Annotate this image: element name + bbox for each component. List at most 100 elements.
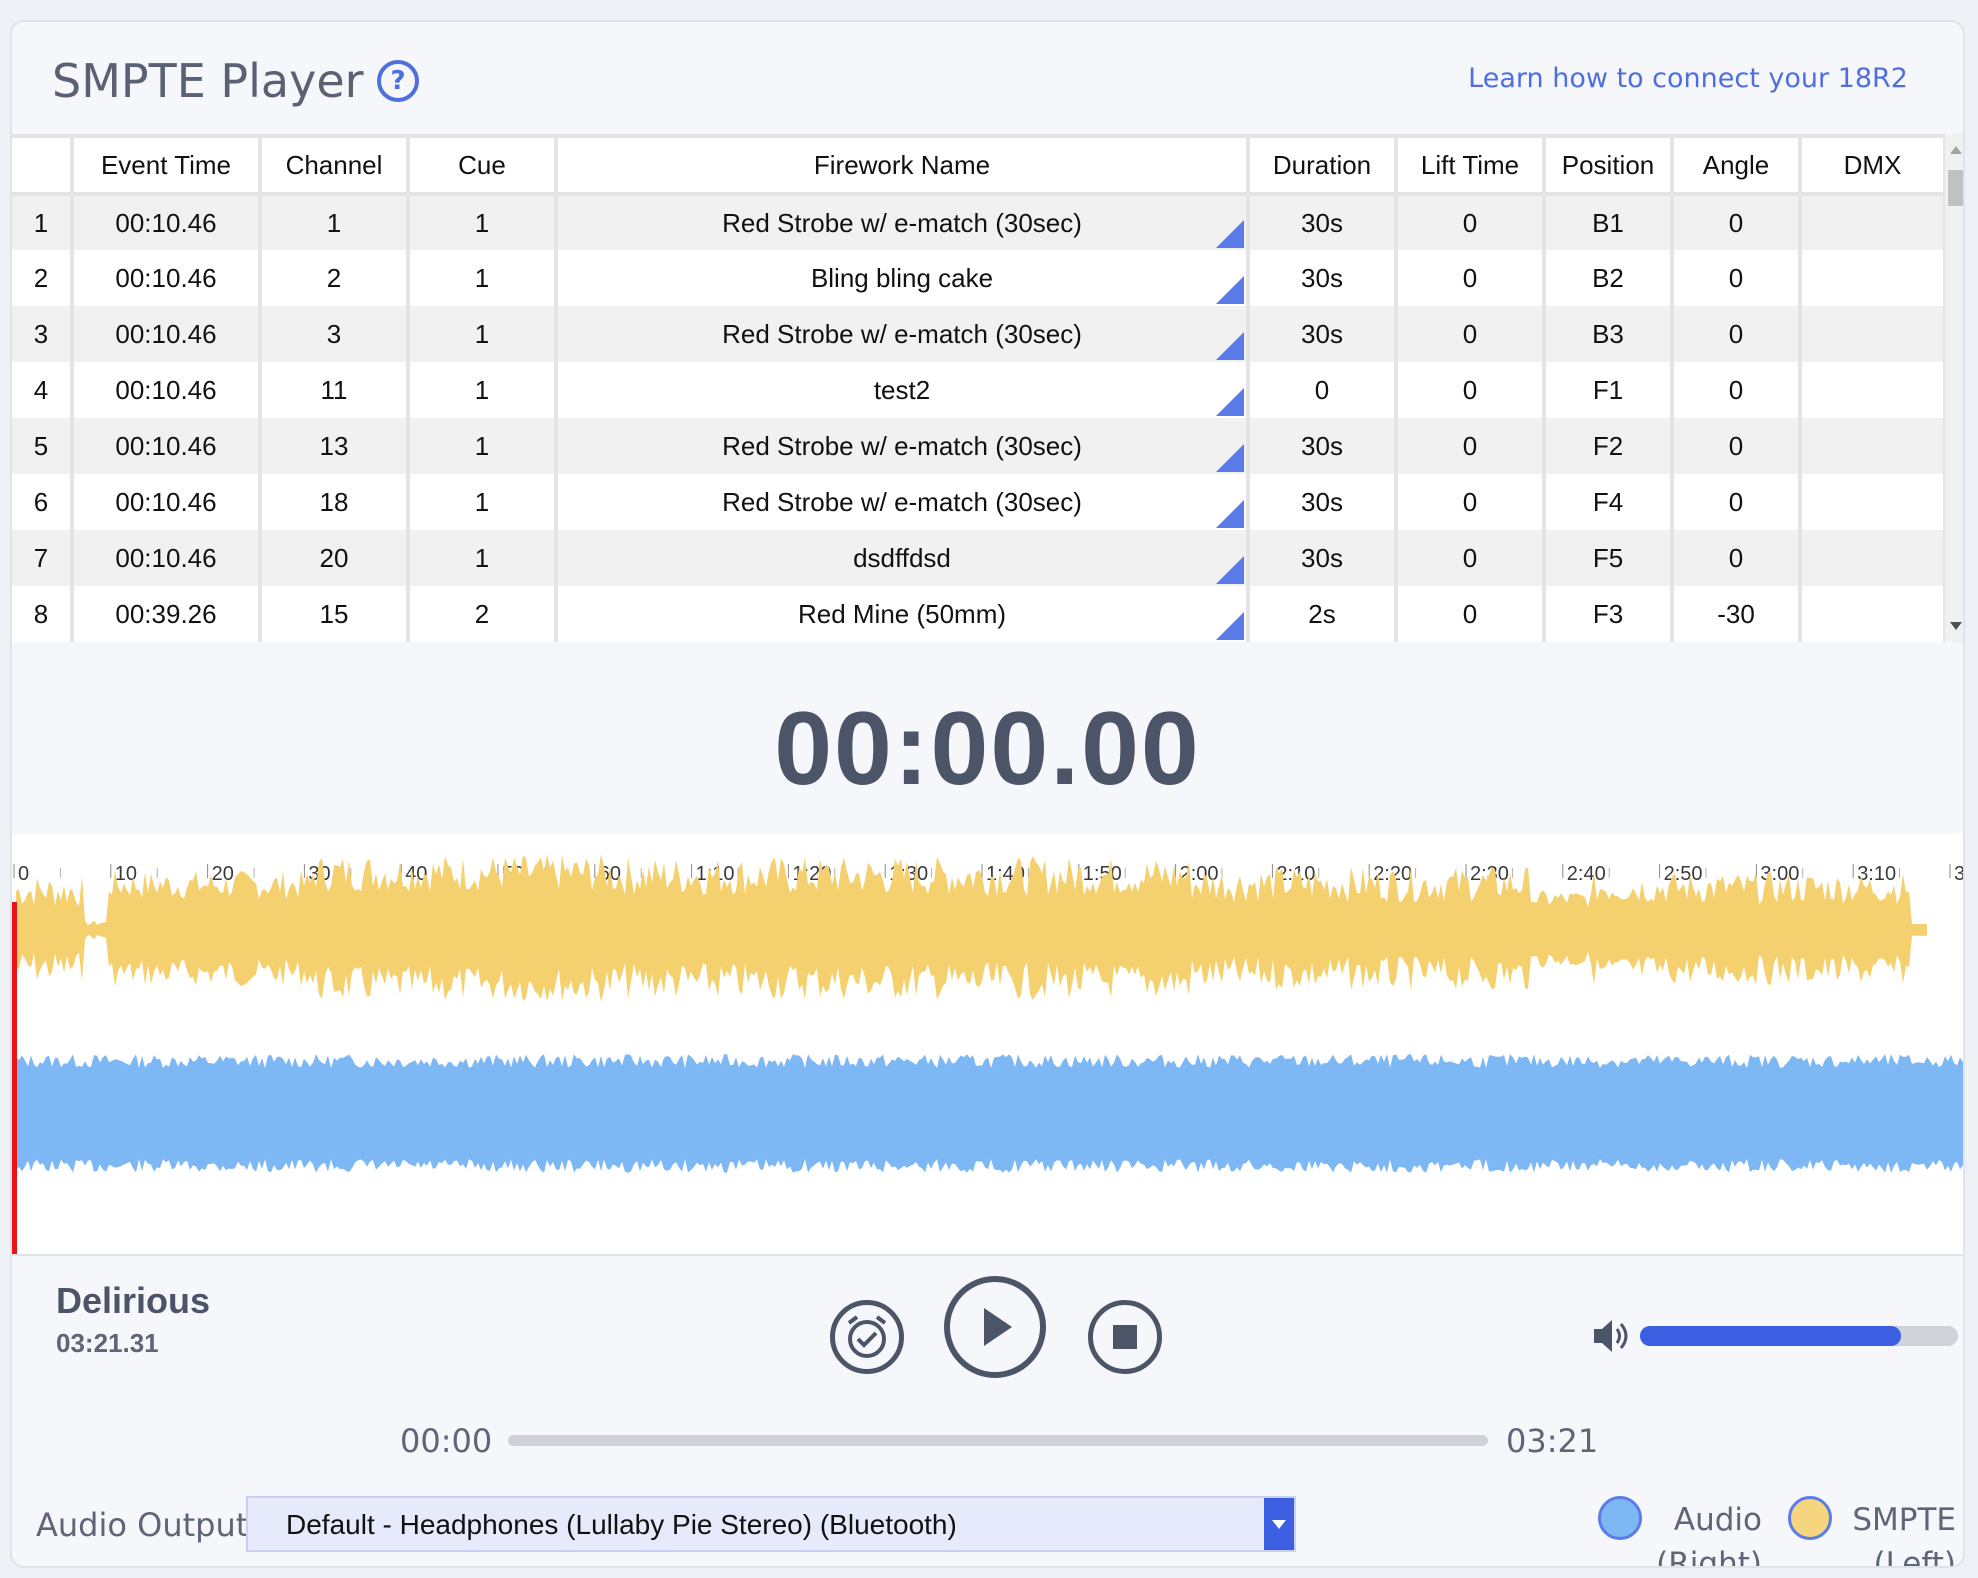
table-cell[interactable]: 0: [1396, 306, 1546, 362]
column-header[interactable]: Duration: [1248, 134, 1398, 196]
table-cell[interactable]: 0: [1396, 362, 1546, 418]
table-cell[interactable]: 0: [1396, 474, 1546, 530]
row-number[interactable]: 3: [12, 306, 74, 362]
table-cell[interactable]: [1800, 418, 1945, 474]
table-cell[interactable]: 1: [408, 306, 558, 362]
table-cell[interactable]: 30s: [1248, 306, 1398, 362]
table-row[interactable]: 6 00:10.46 18 1 Red Strobe w/ e-match (30sec…: [12, 474, 1945, 530]
table-cell[interactable]: 30s: [1248, 194, 1398, 250]
speaker-icon[interactable]: [1592, 1317, 1632, 1360]
column-header[interactable]: Cue: [408, 134, 558, 196]
table-cell[interactable]: [1800, 586, 1945, 642]
table-row[interactable]: 8 00:39.26 15 2 Red Mine (50mm) 2s 0 F3 -30: [12, 586, 1945, 642]
table-cell[interactable]: [1800, 530, 1945, 586]
row-number[interactable]: 5: [12, 418, 74, 474]
table-cell[interactable]: 0: [1672, 250, 1802, 306]
waveform-view[interactable]: 01020304050601:101:201:301:401:502:002:1…: [12, 834, 1965, 1256]
table-scrollbar[interactable]: [1945, 134, 1963, 642]
table-cell[interactable]: 0: [1396, 194, 1546, 250]
table-cell[interactable]: 1: [408, 474, 558, 530]
waveform-svg[interactable]: 01020304050601:101:201:301:401:502:002:1…: [12, 834, 1965, 1254]
table-cell[interactable]: Red Strobe w/ e-match (30sec): [556, 194, 1250, 250]
table-cell[interactable]: 00:10.46: [72, 474, 262, 530]
playhead[interactable]: [12, 902, 17, 1254]
table-cell[interactable]: 1: [408, 530, 558, 586]
table-cell[interactable]: 0: [1248, 362, 1398, 418]
table-cell[interactable]: 1: [260, 194, 410, 250]
table-cell[interactable]: [1800, 306, 1945, 362]
table-cell[interactable]: 1: [408, 194, 558, 250]
column-header[interactable]: Angle: [1672, 134, 1802, 196]
table-cell[interactable]: 1: [408, 418, 558, 474]
row-number[interactable]: 2: [12, 250, 74, 306]
table-cell[interactable]: 15: [260, 586, 410, 642]
table-cell[interactable]: 1: [408, 250, 558, 306]
table-cell[interactable]: 00:10.46: [72, 530, 262, 586]
table-cell[interactable]: 3: [260, 306, 410, 362]
table-cell[interactable]: Bling bling cake: [556, 250, 1250, 306]
row-number[interactable]: 7: [12, 530, 74, 586]
row-number[interactable]: 6: [12, 474, 74, 530]
table-cell[interactable]: [1800, 362, 1945, 418]
audio-output-select[interactable]: Default - Headphones (Lullaby Pie Stereo…: [246, 1496, 1296, 1552]
table-cell[interactable]: [1800, 250, 1945, 306]
table-cell[interactable]: 20: [260, 530, 410, 586]
scroll-down-arrow-icon[interactable]: [1950, 622, 1962, 630]
table-cell[interactable]: [1800, 194, 1945, 250]
table-cell[interactable]: 0: [1672, 474, 1802, 530]
table-cell[interactable]: B3: [1544, 306, 1674, 362]
table-cell[interactable]: 11: [260, 362, 410, 418]
column-header[interactable]: Event Time: [72, 134, 262, 196]
table-cell[interactable]: -30: [1672, 586, 1802, 642]
table-cell[interactable]: 0: [1396, 530, 1546, 586]
table-cell[interactable]: F3: [1544, 586, 1674, 642]
table-cell[interactable]: 00:10.46: [72, 306, 262, 362]
table-cell[interactable]: 0: [1396, 250, 1546, 306]
help-icon[interactable]: ?: [377, 60, 419, 102]
table-cell[interactable]: B2: [1544, 250, 1674, 306]
table-cell[interactable]: 2: [408, 586, 558, 642]
column-header[interactable]: Channel: [260, 134, 410, 196]
table-cell[interactable]: 0: [1396, 418, 1546, 474]
table-cell[interactable]: Red Strobe w/ e-match (30sec): [556, 418, 1250, 474]
table-cell[interactable]: F5: [1544, 530, 1674, 586]
cue-table-container[interactable]: Event Time Channel Cue Firework Name Duratio…: [12, 134, 1945, 642]
table-cell[interactable]: 2s: [1248, 586, 1398, 642]
table-cell[interactable]: Red Strobe w/ e-match (30sec): [556, 474, 1250, 530]
table-cell[interactable]: B1: [1544, 194, 1674, 250]
scroll-up-arrow-icon[interactable]: [1950, 146, 1962, 154]
table-cell[interactable]: 30s: [1248, 530, 1398, 586]
play-button[interactable]: [944, 1276, 1046, 1378]
column-header[interactable]: [12, 134, 74, 196]
row-number[interactable]: 8: [12, 586, 74, 642]
table-cell[interactable]: 00:10.46: [72, 250, 262, 306]
column-header[interactable]: DMX: [1800, 134, 1945, 196]
table-cell[interactable]: 00:10.46: [72, 194, 262, 250]
table-cell[interactable]: 30s: [1248, 418, 1398, 474]
table-cell[interactable]: 1: [408, 362, 558, 418]
table-cell[interactable]: 30s: [1248, 474, 1398, 530]
table-cell[interactable]: 00:39.26: [72, 586, 262, 642]
row-number[interactable]: 4: [12, 362, 74, 418]
table-cell[interactable]: 13: [260, 418, 410, 474]
column-header[interactable]: Position: [1544, 134, 1674, 196]
row-number[interactable]: 1: [12, 194, 74, 250]
table-cell[interactable]: Red Strobe w/ e-match (30sec): [556, 306, 1250, 362]
table-cell[interactable]: F2: [1544, 418, 1674, 474]
seek-bar[interactable]: [508, 1435, 1488, 1446]
table-cell[interactable]: 00:10.46: [72, 362, 262, 418]
volume-slider[interactable]: [1640, 1326, 1958, 1346]
table-cell[interactable]: Red Mine (50mm): [556, 586, 1250, 642]
table-row[interactable]: 5 00:10.46 13 1 Red Strobe w/ e-match (30sec…: [12, 418, 1945, 474]
column-header[interactable]: Lift Time: [1396, 134, 1546, 196]
table-cell[interactable]: 0: [1672, 306, 1802, 362]
table-cell[interactable]: dsdffdsd: [556, 530, 1250, 586]
stop-button[interactable]: [1088, 1300, 1162, 1374]
table-row[interactable]: 1 00:10.46 1 1 Red Strobe w/ e-match (30sec)…: [12, 194, 1945, 250]
cue-timer-button[interactable]: [830, 1300, 904, 1374]
table-cell[interactable]: 00:10.46: [72, 418, 262, 474]
table-cell[interactable]: F1: [1544, 362, 1674, 418]
table-cell[interactable]: 2: [260, 250, 410, 306]
table-row[interactable]: 2 00:10.46 2 1 Bling bling cake 30s 0 B2 0: [12, 250, 1945, 306]
table-cell[interactable]: test2: [556, 362, 1250, 418]
